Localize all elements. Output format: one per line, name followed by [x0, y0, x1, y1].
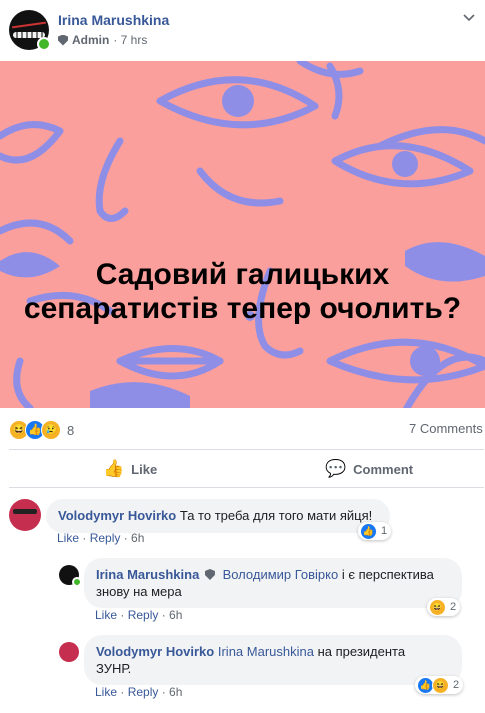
reaction-count: 8 [67, 422, 75, 438]
post-time[interactable]: · 7 hrs [113, 33, 147, 47]
like-button[interactable]: 👍 Like [103, 459, 157, 479]
post-banner-image[interactable]: Садовий галицьких сепаратистів тепер очо… [0, 61, 485, 408]
post-author-name[interactable]: Irina Marushkina [58, 12, 169, 28]
banner-headline: Садовий галицьких сепаратистів тепер очо… [0, 258, 485, 326]
comment-reply-link[interactable]: Reply [128, 685, 159, 699]
comment-actions: Like · Reply · 6h [95, 608, 183, 622]
reactions-summary[interactable]: 😆 👍 😢 8 [9, 420, 74, 440]
comment-text-line-2: ЗУНР. [96, 661, 132, 676]
comment-bubble: Volodymyr Hovirko Irina Marushkina на пр… [84, 635, 462, 685]
like-button-label: Like [131, 461, 158, 477]
comment-reaction-count: 2 [453, 679, 460, 691]
comment-like-link[interactable]: Like [57, 531, 79, 545]
comment-text-line-1: і є перспектива [341, 567, 434, 582]
comment-reactions[interactable]: 😆 2 [427, 598, 461, 616]
comment-text-line-1: на президента [317, 644, 406, 659]
like-icon: 👍 [360, 522, 377, 540]
admin-badge: Admin [72, 33, 110, 47]
commenter-avatar[interactable] [9, 499, 41, 531]
comment-bubble: Volodymyr Hovirko Та то треба для того м… [46, 499, 390, 533]
comment-text-line-2: знову на мера [96, 584, 182, 599]
haha-icon: 😆 [429, 598, 446, 616]
comment-text: Та то треба для того мати яйця! [179, 508, 373, 523]
speech-bubble-icon: 💬 [325, 459, 347, 478]
post-header: Irina Marushkina Admin · 7 hrs [0, 0, 485, 60]
banner-headline-line-2: сепаратистів тепер очолить? [23, 292, 462, 325]
online-status-icon [72, 577, 82, 587]
comment-time[interactable]: 6h [169, 608, 182, 622]
shield-icon [204, 569, 215, 580]
comment-author[interactable]: Irina Marushkina [96, 567, 199, 582]
comment-time[interactable]: 6h [169, 685, 182, 699]
chevron-down-icon[interactable] [462, 10, 476, 24]
comment-like-link[interactable]: Like [95, 685, 117, 699]
comment-reactions[interactable]: 👍 1 [358, 522, 392, 540]
comment-author[interactable]: Volodymyr Hovirko [96, 644, 214, 659]
comment-author[interactable]: Volodymyr Hovirko [58, 508, 176, 523]
comment-like-link[interactable]: Like [95, 608, 117, 622]
comment-mention[interactable]: Irina Marushkina [218, 644, 314, 659]
face-doodle-art [0, 61, 485, 408]
comment-reactions[interactable]: 👍 😆 2 [415, 676, 464, 694]
banner-headline-line-1: Садовий галицьких [95, 258, 390, 291]
comment-button-label: Comment [353, 461, 414, 477]
comment-reaction-count: 1 [381, 525, 388, 537]
comment-actions: Like · Reply · 6h [95, 685, 183, 699]
shield-icon [58, 34, 68, 46]
comment-mention[interactable]: Володимир Говірко [223, 567, 339, 582]
comments-count-link[interactable]: 7 Comments [409, 421, 483, 436]
comment-button[interactable]: 💬 Comment [325, 459, 413, 479]
comment-reaction-count: 2 [450, 601, 457, 613]
online-status-icon [37, 37, 51, 51]
commenter-avatar[interactable] [59, 642, 79, 662]
haha-icon: 😆 [432, 676, 449, 694]
comment-reply-link[interactable]: Reply [90, 531, 121, 545]
sad-icon: 😢 [41, 420, 61, 440]
comment-actions: Like · Reply · 6h [57, 531, 145, 545]
thumbs-up-icon: 👍 [103, 459, 125, 478]
comment-bubble: Irina Marushkina Володимир Говірко і є п… [84, 558, 462, 608]
divider [9, 449, 484, 450]
comment-reply-link[interactable]: Reply [128, 608, 159, 622]
post-meta: Admin · 7 hrs [58, 33, 147, 47]
divider [9, 487, 484, 488]
comment-time[interactable]: 6h [131, 531, 144, 545]
